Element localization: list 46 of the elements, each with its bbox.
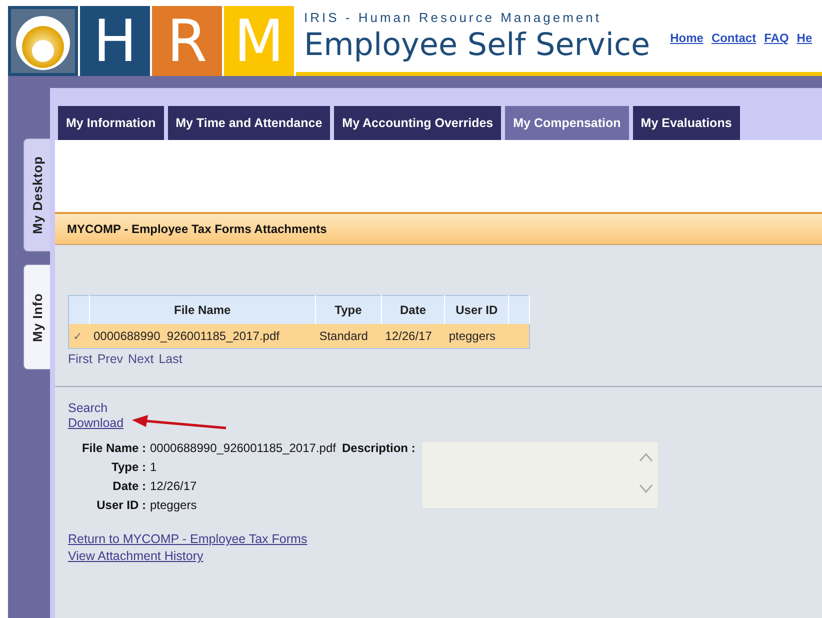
footer-link[interactable]: Return to MYCOMP - Employee Tax Forms: [68, 532, 822, 546]
field-label: Type :: [110, 460, 146, 474]
field-value: pteggers: [150, 498, 198, 512]
check-mark: ✓: [68, 324, 90, 348]
pager-link[interactable]: First: [68, 352, 92, 366]
field-label: File Name :: [80, 441, 146, 455]
pager-link[interactable]: Prev: [97, 352, 124, 366]
nav-tab[interactable]: My Evaluations: [632, 106, 740, 140]
column-header[interactable]: Type: [315, 296, 382, 324]
header-link[interactable]: Contact: [711, 31, 756, 72]
app-title: Employee Self Service: [304, 27, 650, 63]
field-label: Description :: [342, 441, 416, 457]
app-subtitle: IRIS - Human Resource Management: [304, 10, 602, 25]
table-cell: Standard: [315, 324, 382, 348]
side-tab[interactable]: My Desktop: [23, 138, 50, 252]
table-cell: 12/26/17: [381, 324, 445, 348]
nav-tab[interactable]: My Compensation: [505, 106, 629, 140]
footer-link[interactable]: View Attachment History: [68, 549, 822, 563]
header-link[interactable]: Home: [670, 31, 704, 72]
nav-tab[interactable]: My Accounting Overrides: [334, 106, 502, 140]
field-value: 0000688990_926001185_2017.pdf: [150, 441, 336, 455]
header-link[interactable]: He: [796, 31, 812, 72]
pager-link[interactable]: Next: [128, 352, 154, 366]
table-cell: pteggers: [444, 324, 508, 348]
column-header[interactable]: File Name: [90, 296, 316, 324]
logo-icon: [8, 6, 78, 76]
field-value: 12/26/17: [150, 479, 198, 493]
action-link[interactable]: Search: [68, 401, 108, 415]
pager-link[interactable]: Last: [158, 352, 182, 366]
nav-tab[interactable]: My Information: [58, 106, 164, 140]
nav-tab[interactable]: My Time and Attendance: [168, 106, 330, 140]
side-tab[interactable]: My Info: [23, 264, 50, 370]
logo-letter: R: [152, 6, 222, 76]
column-header[interactable]: User ID: [444, 296, 508, 324]
header-link[interactable]: FAQ: [764, 31, 789, 72]
logo-letter: H: [80, 6, 150, 76]
description-field[interactable]: [421, 441, 660, 509]
action-link[interactable]: Download: [68, 416, 124, 430]
field-label: Date :: [112, 479, 146, 493]
logo-letter: M: [224, 6, 294, 76]
arrow-icon: [132, 415, 228, 431]
field-label: User ID :: [96, 498, 146, 512]
section-title: MYCOMP - Employee Tax Forms Attachments: [67, 222, 327, 236]
column-header[interactable]: Date: [381, 296, 445, 324]
table-cell: 0000688990_926001185_2017.pdf: [90, 324, 316, 348]
field-value: 1: [150, 460, 158, 474]
